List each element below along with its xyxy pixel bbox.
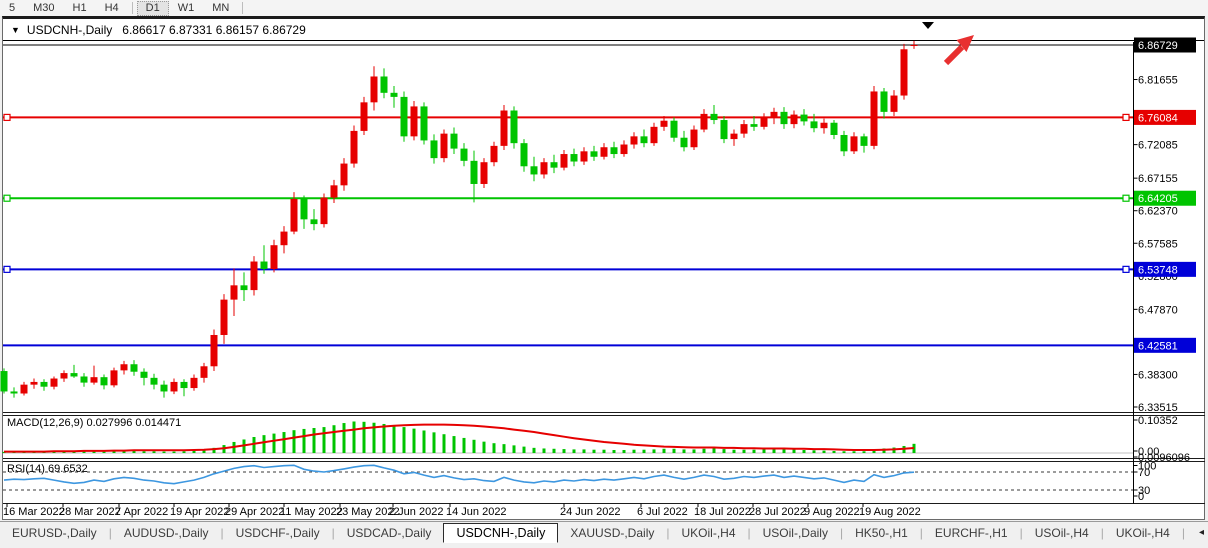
chart-window[interactable] xyxy=(2,16,1205,520)
timeframe-button-w1[interactable]: W1 xyxy=(169,1,204,16)
trading-terminal: { "toolbar": { "buttons": [ {"label": "5… xyxy=(0,0,1208,548)
timeframe-button-h4[interactable]: H4 xyxy=(96,1,128,16)
chart-title-bar: ▼ USDCNH-,Daily 6.86617 6.87331 6.86157 … xyxy=(3,19,1204,41)
tab-usdchf-daily[interactable]: USDCHF-,Daily xyxy=(224,523,332,543)
timeframe-button-d1[interactable]: D1 xyxy=(137,1,169,16)
tab-usdcnh-daily[interactable]: USDCNH-,Daily xyxy=(443,523,558,543)
timeframe-toolbar: 5M30H1H4 D1W1MN xyxy=(0,0,1208,16)
chart-tab-bar: EURUSD-,Daily|AUDUSD-,Daily|USDCHF-,Dail… xyxy=(0,522,1208,543)
macd-indicator-label: MACD(12,26,9) 0.027996 0.014471 xyxy=(7,417,181,429)
chart-symbol-title: USDCNH-,Daily xyxy=(27,23,112,37)
tab-usoil-h4[interactable]: USOil-,H4 xyxy=(1023,523,1101,543)
tab-ukoil-h4[interactable]: UKOil-,H4 xyxy=(669,523,747,543)
timeframe-button-5[interactable]: 5 xyxy=(0,1,24,16)
tab-eurchf-h1[interactable]: EURCHF-,H1 xyxy=(923,523,1020,543)
chart-ohlc-quote: 6.86617 6.87331 6.86157 6.86729 xyxy=(122,23,306,37)
tab-eurusd-daily[interactable]: EURUSD-,Daily xyxy=(0,523,109,543)
toolbar-separator xyxy=(242,2,243,14)
tab-usoil-daily[interactable]: USOil-,Daily xyxy=(751,523,840,543)
timeframe-button-m30[interactable]: M30 xyxy=(24,1,63,16)
tab-usdcad-daily[interactable]: USDCAD-,Daily xyxy=(335,523,444,543)
timeframe-button-mn[interactable]: MN xyxy=(203,1,238,16)
tab-xauusd-daily[interactable]: XAUUSD-,Daily xyxy=(558,523,666,543)
tab-audusd-daily[interactable]: AUDUSD-,Daily xyxy=(112,523,221,543)
toolbar-separator xyxy=(132,2,133,14)
tab-ukoil-h4[interactable]: UKOil-,H4 xyxy=(1104,523,1182,543)
chevron-down-icon[interactable]: ▼ xyxy=(11,25,20,35)
tab-separator: | xyxy=(1182,526,1185,540)
timeframe-button-h1[interactable]: H1 xyxy=(64,1,96,16)
rsi-indicator-label: RSI(14) 69.6532 xyxy=(7,463,88,475)
tab-hk50-h1[interactable]: HK50-,H1 xyxy=(843,523,920,543)
tabs-scroll-left-icon[interactable]: ◂ xyxy=(1199,527,1204,538)
